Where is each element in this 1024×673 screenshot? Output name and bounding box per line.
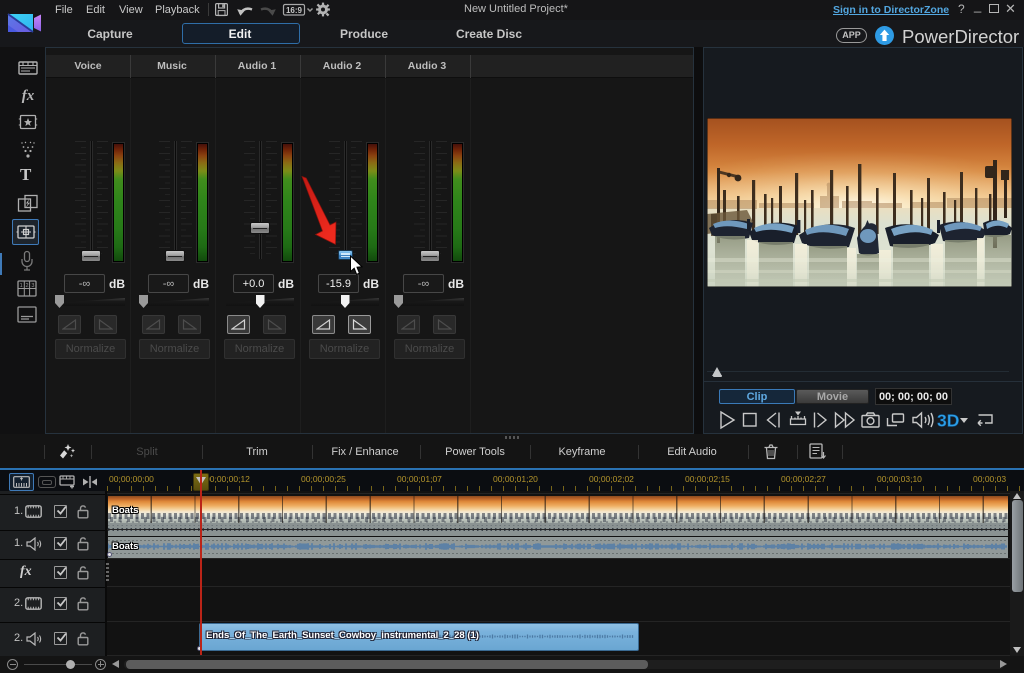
svg-text:1: 1 (20, 283, 23, 289)
svg-text:3: 3 (31, 283, 34, 289)
svg-text:fx: fx (22, 88, 35, 103)
svg-text:16:9: 16:9 (286, 6, 303, 15)
svg-text:3D: 3D (937, 411, 959, 431)
svg-text:2: 2 (25, 283, 28, 289)
